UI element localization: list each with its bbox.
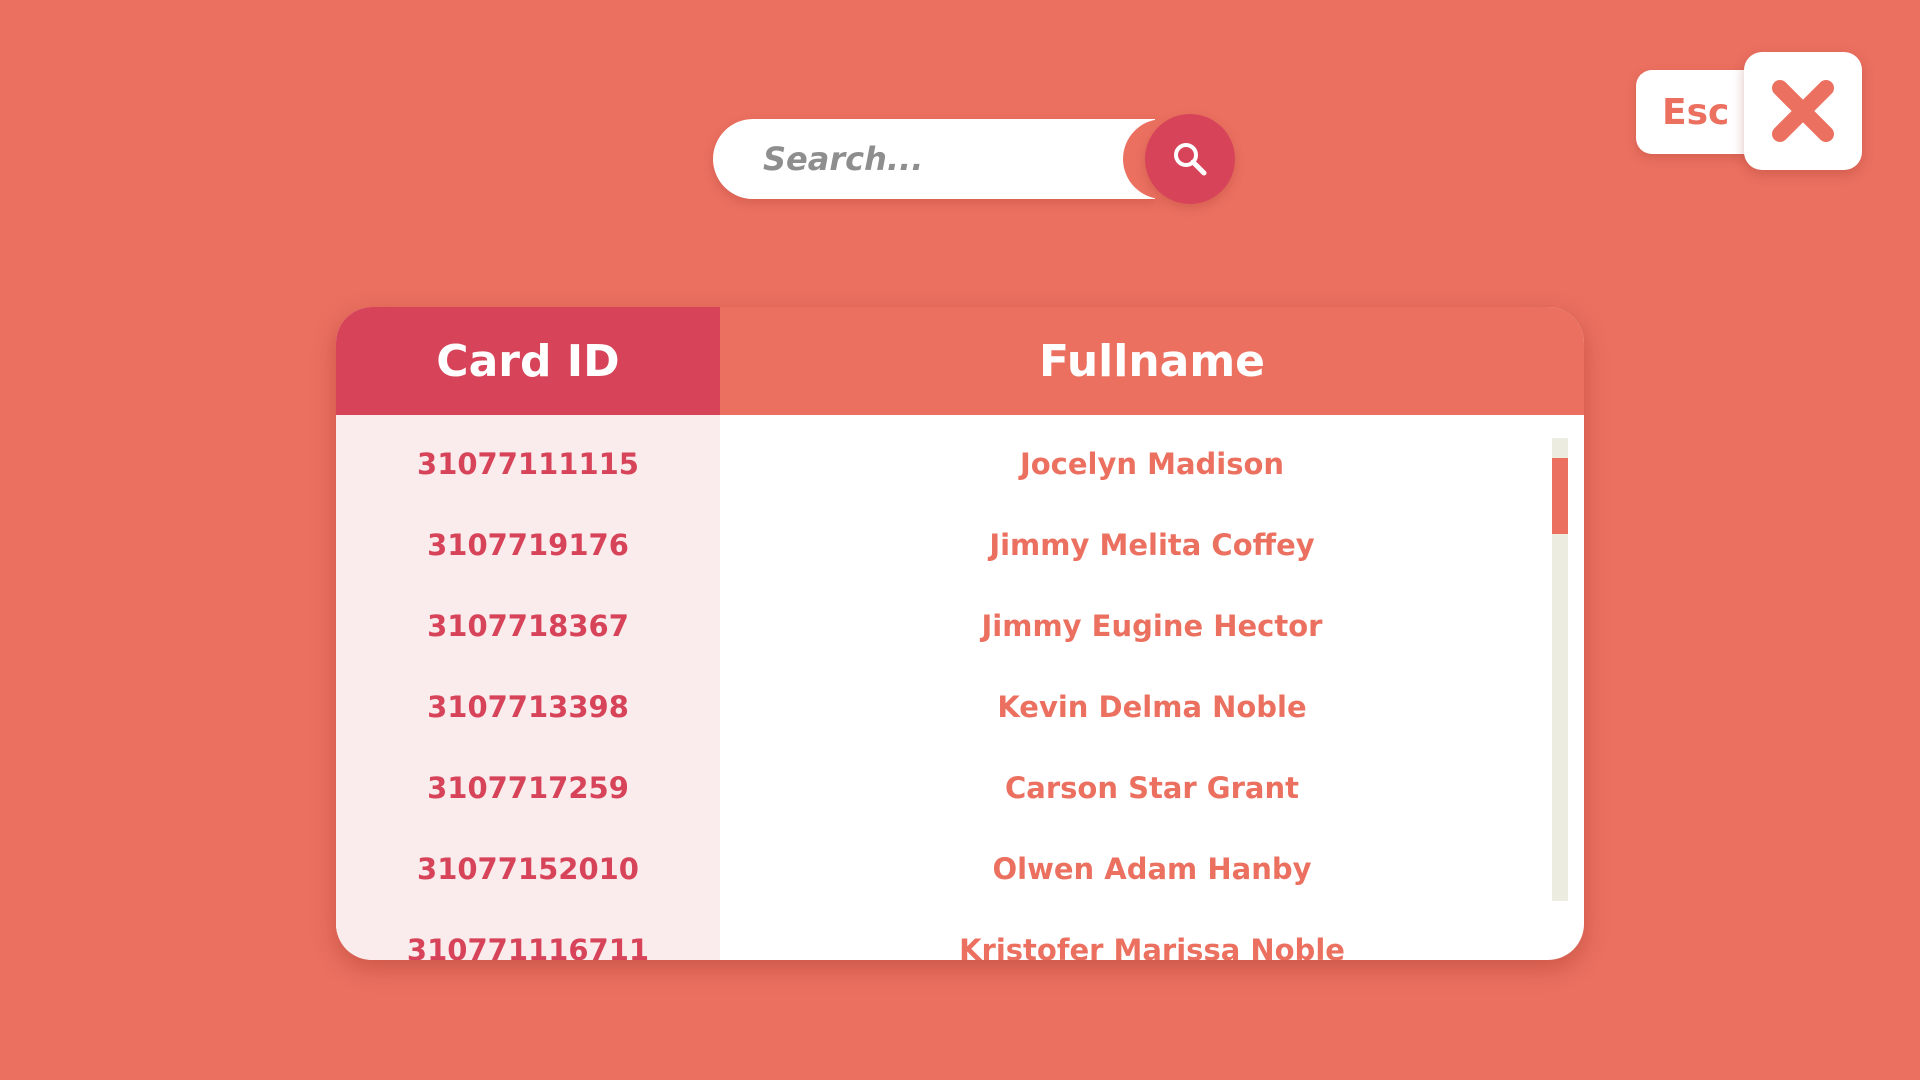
table-row[interactable]: 3107718367 Jimmy Eugine Hector <box>336 585 1584 666</box>
card-id-cell: 3107718367 <box>427 608 629 643</box>
card-id-cell: 31077111115 <box>417 446 639 481</box>
close-icon <box>1772 80 1834 142</box>
scrollbar-track[interactable] <box>1552 438 1568 901</box>
card-table: Card ID Fullname 31077111115 Jocelyn Mad… <box>336 307 1584 960</box>
table-header: Card ID Fullname <box>336 307 1584 415</box>
search-input[interactable] <box>713 119 1155 199</box>
card-id-cell: 3107713398 <box>427 689 629 724</box>
table-row[interactable]: 31077152010 Olwen Adam Hanby <box>336 828 1584 909</box>
fullname-cell: Carson Star Grant <box>1005 770 1299 805</box>
fullname-cell: Olwen Adam Hanby <box>992 851 1312 886</box>
esc-control: Esc <box>1636 52 1862 170</box>
table-body[interactable]: 31077111115 Jocelyn Madison 3107719176 J… <box>336 415 1584 961</box>
search-bar <box>713 114 1235 204</box>
card-id-cell: 31077152010 <box>417 851 639 886</box>
table-row[interactable]: 310771116711 Kristofer Marissa Noble <box>336 909 1584 961</box>
table-row[interactable]: 31077111115 Jocelyn Madison <box>336 423 1584 504</box>
card-id-cell: 310771116711 <box>406 932 650 961</box>
esc-label: Esc <box>1662 91 1730 133</box>
fullname-cell: Jimmy Eugine Hector <box>981 608 1323 643</box>
table-row[interactable]: 3107713398 Kevin Delma Noble <box>336 666 1584 747</box>
card-id-cell: 3107719176 <box>427 527 629 562</box>
card-id-cell: 3107717259 <box>427 770 629 805</box>
close-button[interactable] <box>1744 52 1862 170</box>
fullname-header-label: Fullname <box>1038 335 1266 387</box>
table-row[interactable]: 3107717259 Carson Star Grant <box>336 747 1584 828</box>
fullname-cell: Kevin Delma Noble <box>997 689 1307 724</box>
card-id-header-label: Card ID <box>436 335 620 387</box>
fullname-cell: Kristofer Marissa Noble <box>959 932 1345 961</box>
fullname-cell: Jimmy Melita Coffey <box>989 527 1315 562</box>
column-header-fullname: Fullname <box>720 307 1584 415</box>
column-header-card-id: Card ID <box>336 307 720 415</box>
fullname-cell: Jocelyn Madison <box>1019 446 1285 481</box>
search-button[interactable] <box>1145 114 1235 204</box>
table-row[interactable]: 3107719176 Jimmy Melita Coffey <box>336 504 1584 585</box>
search-icon <box>1174 143 1207 176</box>
scrollbar-thumb[interactable] <box>1552 458 1568 534</box>
